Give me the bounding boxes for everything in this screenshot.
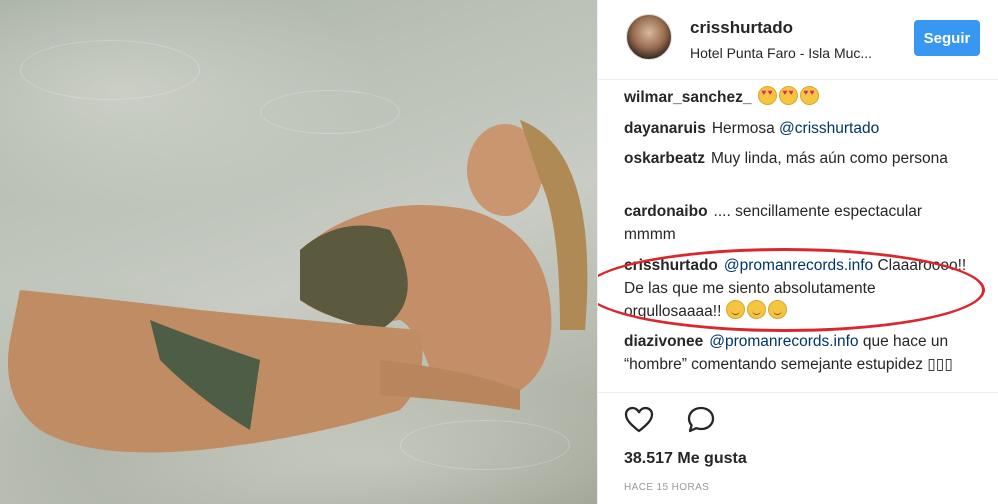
heart-outline-icon[interactable] — [624, 405, 654, 433]
comment-item: wilmar_sanchez_ — [624, 86, 974, 109]
highlight-circle-annotation — [598, 248, 985, 332]
post-location[interactable]: Hotel Punta Faro - Isla Muc... — [690, 45, 872, 61]
photo-subject-silhouette — [8, 120, 588, 453]
post-timestamp[interactable]: HACE 15 HORAS — [624, 482, 709, 493]
comment-text: Muy linda, más aún como persona — [710, 150, 948, 167]
comment-item: dayanaruis Hermosa @crisshurtado — [624, 117, 974, 140]
post-actions — [598, 392, 998, 442]
follow-button[interactable]: Seguir — [914, 20, 980, 56]
avatar[interactable] — [626, 14, 672, 60]
comment-username[interactable]: dayanaruis — [624, 120, 706, 137]
comment-item: oskarbeatz Muy linda, más aún como person… — [624, 147, 974, 170]
comment-mention[interactable]: @crisshurtado — [779, 120, 879, 137]
heart-eyes-emoji-icon — [799, 86, 819, 105]
comments-list: wilmar_sanchez_ dayanaruis Hermosa @criss… — [598, 80, 998, 385]
comment-text: Hermosa — [711, 120, 780, 137]
author-username[interactable]: crisshurtado — [690, 18, 793, 38]
heart-eyes-emoji-icon — [757, 86, 777, 105]
post-sidebar: crisshurtado Hotel Punta Faro - Isla Muc… — [597, 0, 998, 504]
post-header: crisshurtado Hotel Punta Faro - Isla Muc… — [598, 0, 998, 80]
comment-item: diazivonee @promanrecords.info que hace u… — [624, 330, 974, 376]
comment-username[interactable]: diazivonee — [624, 333, 703, 350]
post-photo[interactable] — [0, 0, 597, 504]
likes-count[interactable]: 38.517 Me gusta — [624, 450, 747, 468]
comment-item: cardonaibo.... sencillamente espectacula… — [624, 200, 974, 246]
comment-username[interactable]: cardonaibo — [624, 203, 708, 220]
heart-eyes-emoji-icon — [778, 86, 798, 105]
comment-mention[interactable]: @promanrecords.info — [709, 333, 858, 350]
comment-username[interactable]: oskarbeatz — [624, 150, 705, 167]
comment-username[interactable]: wilmar_sanchez_ — [624, 89, 752, 106]
speech-bubble-icon[interactable] — [686, 405, 716, 433]
